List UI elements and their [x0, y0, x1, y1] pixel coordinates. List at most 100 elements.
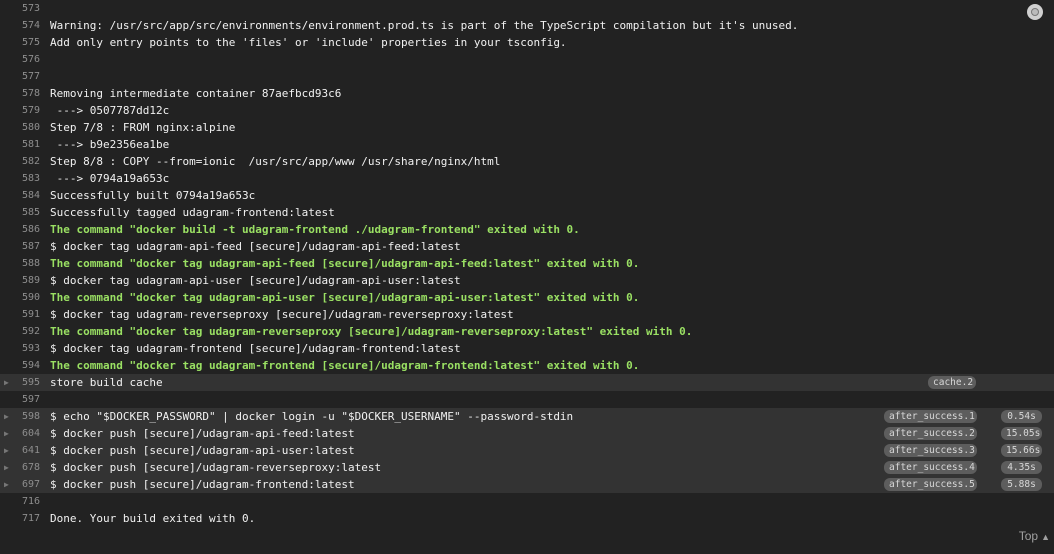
log-fold-line[interactable]: ▶ 595 store build cache cache.2: [0, 374, 1054, 391]
line-number[interactable]: 578: [0, 85, 40, 102]
line-number[interactable]: 574: [0, 17, 40, 34]
log-line: 576: [0, 51, 1054, 68]
line-number[interactable]: 584: [0, 187, 40, 204]
line-number[interactable]: 573: [0, 0, 40, 17]
log-line: 580 Step 7/8 : FROM nginx:alpine: [0, 119, 1054, 136]
log-fold-line[interactable]: ▶ 604 $ docker push [secure]/udagram-api-f…: [0, 425, 1054, 442]
line-number[interactable]: 591: [0, 306, 40, 323]
log-text: The command "docker tag udagram-frontend…: [50, 359, 640, 372]
log-line: 581 ---> b9e2356ea1be: [0, 136, 1054, 153]
log-text: ---> 0507787dd12c: [50, 104, 170, 117]
log-text: The command "docker tag udagram-api-user…: [50, 291, 640, 304]
line-number[interactable]: 586: [0, 221, 40, 238]
duration-badge: 15.66s: [1001, 444, 1042, 457]
log-line: 591 $ docker tag udagram-reverseproxy [se…: [0, 306, 1054, 323]
log-line: 586 The command "docker build -t udagram-…: [0, 221, 1054, 238]
log-line: 717 Done. Your build exited with 0.: [0, 510, 1054, 527]
log-line: 579 ---> 0507787dd12c: [0, 102, 1054, 119]
duration-badge: 5.88s: [1001, 478, 1042, 491]
log-text: Add only entry points to the 'files' or …: [50, 36, 567, 49]
fold-label-badge: after_success.5: [884, 478, 977, 491]
log-text: Successfully built 0794a19a653c: [50, 189, 256, 202]
line-number[interactable]: 579: [0, 102, 40, 119]
status-circle-icon[interactable]: [1027, 4, 1043, 20]
line-number[interactable]: 598: [0, 408, 40, 425]
log-text: The command "docker tag udagram-reversep…: [50, 325, 693, 338]
log-line: 593 $ docker tag udagram-frontend [secure…: [0, 340, 1054, 357]
fold-label-badge: cache.2: [928, 376, 976, 389]
log-line: 577: [0, 68, 1054, 85]
log-line: 592 The command "docker tag udagram-rever…: [0, 323, 1054, 340]
log-text: $ echo "$DOCKER_PASSWORD" | docker login…: [50, 410, 574, 423]
log-text: $ docker push [secure]/udagram-api-feed:…: [50, 427, 355, 440]
log-text: Done. Your build exited with 0.: [50, 512, 256, 525]
duration-badge: 15.05s: [1001, 427, 1042, 440]
line-number[interactable]: 678: [0, 459, 40, 476]
build-log: 573 574 Warning: /usr/src/app/src/environm…: [0, 0, 1054, 527]
log-line: 597: [0, 391, 1054, 408]
log-text: Successfully tagged udagram-frontend:lat…: [50, 206, 335, 219]
log-line: 587 $ docker tag udagram-api-feed [secure…: [0, 238, 1054, 255]
log-text: $ docker tag udagram-api-user [secure]/u…: [50, 274, 461, 287]
fold-label-badge: after_success.3: [884, 444, 977, 457]
log-line: 589 $ docker tag udagram-api-user [secure…: [0, 272, 1054, 289]
duration-badge: 0.54s: [1001, 410, 1042, 423]
line-number[interactable]: 593: [0, 340, 40, 357]
line-number[interactable]: 582: [0, 153, 40, 170]
line-number[interactable]: 576: [0, 51, 40, 68]
log-text: Warning: /usr/src/app/src/environments/e…: [50, 19, 799, 32]
log-text: $ docker push [secure]/udagram-api-user:…: [50, 444, 355, 457]
scroll-to-top-button[interactable]: Top ▲: [1019, 528, 1050, 544]
line-number[interactable]: 585: [0, 204, 40, 221]
log-text: $ docker push [secure]/udagram-reversepr…: [50, 461, 382, 474]
log-text: Step 7/8 : FROM nginx:alpine: [50, 121, 236, 134]
log-text: Removing intermediate container 87aefbcd…: [50, 87, 342, 100]
log-text: store build cache: [50, 376, 163, 389]
log-line: 575 Add only entry points to the 'files' …: [0, 34, 1054, 51]
line-number[interactable]: 577: [0, 68, 40, 85]
line-number[interactable]: 597: [0, 391, 40, 408]
log-text: $ docker tag udagram-frontend [secure]/u…: [50, 342, 461, 355]
line-number[interactable]: 587: [0, 238, 40, 255]
log-fold-line[interactable]: ▶ 598 $ echo "$DOCKER_PASSWORD" | docker l…: [0, 408, 1054, 425]
log-text: Step 8/8 : COPY --from=ionic /usr/src/ap…: [50, 155, 501, 168]
line-number[interactable]: 595: [0, 374, 40, 391]
log-text: $ docker push [secure]/udagram-frontend:…: [50, 478, 355, 491]
log-line: 574 Warning: /usr/src/app/src/environment…: [0, 17, 1054, 34]
log-fold-line[interactable]: ▶ 641 $ docker push [secure]/udagram-api-u…: [0, 442, 1054, 459]
fold-label-badge: after_success.1: [884, 410, 977, 423]
log-text: $ docker tag udagram-api-feed [secure]/u…: [50, 240, 461, 253]
log-line: 583 ---> 0794a19a653c: [0, 170, 1054, 187]
log-text: $ docker tag udagram-reverseproxy [secur…: [50, 308, 514, 321]
line-number[interactable]: 697: [0, 476, 40, 493]
log-line: 590 The command "docker tag udagram-api-u…: [0, 289, 1054, 306]
log-fold-line[interactable]: ▶ 697 $ docker push [secure]/udagram-front…: [0, 476, 1054, 493]
line-number[interactable]: 717: [0, 510, 40, 527]
line-number[interactable]: 604: [0, 425, 40, 442]
log-line: 585 Successfully tagged udagram-frontend:…: [0, 204, 1054, 221]
line-number[interactable]: 583: [0, 170, 40, 187]
line-number[interactable]: 575: [0, 34, 40, 51]
fold-label-badge: after_success.4: [884, 461, 977, 474]
line-number[interactable]: 716: [0, 493, 40, 510]
line-number[interactable]: 641: [0, 442, 40, 459]
line-number[interactable]: 592: [0, 323, 40, 340]
log-fold-line[interactable]: ▶ 678 $ docker push [secure]/udagram-rever…: [0, 459, 1054, 476]
log-line: 594 The command "docker tag udagram-front…: [0, 357, 1054, 374]
line-number[interactable]: 590: [0, 289, 40, 306]
line-number[interactable]: 588: [0, 255, 40, 272]
log-line: 584 Successfully built 0794a19a653c: [0, 187, 1054, 204]
line-number[interactable]: 589: [0, 272, 40, 289]
line-number[interactable]: 581: [0, 136, 40, 153]
log-line: 582 Step 8/8 : COPY --from=ionic /usr/src…: [0, 153, 1054, 170]
log-text: The command "docker build -t udagram-fro…: [50, 223, 580, 236]
caret-up-icon: ▲: [1041, 532, 1050, 542]
duration-badge: 4.35s: [1001, 461, 1042, 474]
log-line: 588 The command "docker tag udagram-api-f…: [0, 255, 1054, 272]
line-number[interactable]: 580: [0, 119, 40, 136]
log-line: 716: [0, 493, 1054, 510]
log-line: 573: [0, 0, 1054, 17]
log-line: 578 Removing intermediate container 87aef…: [0, 85, 1054, 102]
line-number[interactable]: 594: [0, 357, 40, 374]
fold-label-badge: after_success.2: [884, 427, 977, 440]
